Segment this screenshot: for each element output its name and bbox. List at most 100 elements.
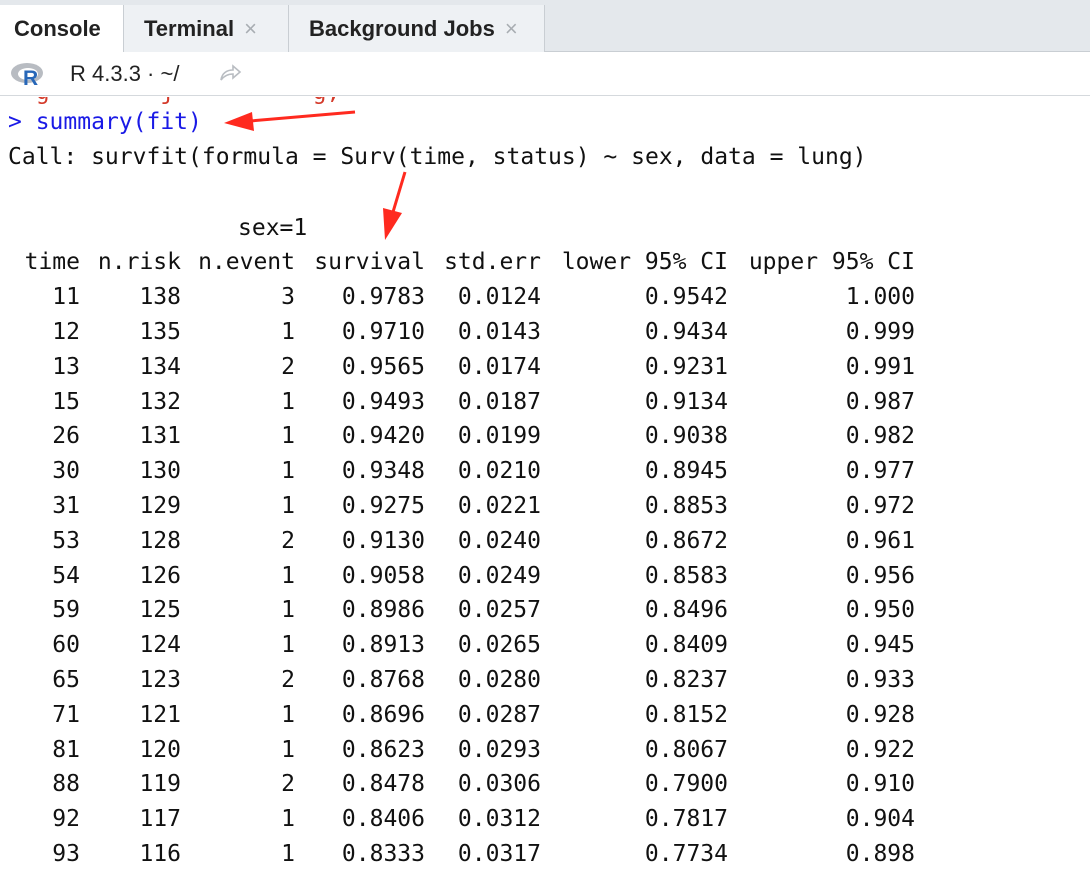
cell-time: 26: [52, 423, 80, 450]
cell-survival: 0.9565: [341, 353, 425, 380]
cell-std-err: 0.0293: [457, 736, 541, 763]
cell-time: 93: [52, 840, 80, 867]
cell-time: 30: [52, 458, 80, 485]
cell-lower-ci: 0.8496: [644, 597, 728, 624]
table-row: 54 126 1 0.9058 0.0249 0.8583 0.956: [8, 558, 915, 593]
cell-upper-ci: 0.956: [845, 562, 915, 589]
cell-n-risk: 128: [139, 527, 181, 554]
table-row: 26 131 1 0.9420 0.0199 0.9038 0.982: [8, 419, 915, 454]
table-row: 31 129 1 0.9275 0.0221 0.8853 0.972: [8, 489, 915, 524]
table-row: 65 123 2 0.8768 0.0280 0.8237 0.933: [8, 663, 915, 698]
cell-survival: 0.8913: [341, 632, 425, 659]
cell-n-risk: 124: [139, 632, 181, 659]
cell-n-event: 1: [281, 632, 295, 659]
cell-n-risk: 135: [139, 318, 181, 345]
cell-n-risk: 121: [139, 701, 181, 728]
strata-label: sex=1: [238, 215, 308, 241]
cell-std-err: 0.0143: [457, 318, 541, 345]
cell-survival: 0.9130: [341, 527, 425, 554]
cell-lower-ci: 0.7734: [644, 840, 728, 867]
cell-n-event: 1: [281, 318, 295, 345]
call-line: Call: survfit(formula = Surv(time, statu…: [8, 144, 867, 170]
cell-std-err: 0.0240: [457, 527, 541, 554]
cell-n-event: 2: [281, 353, 295, 380]
cell-std-err: 0.0124: [457, 284, 541, 311]
column-header: lower 95% CI: [561, 249, 728, 276]
cell-n-risk: 123: [139, 666, 181, 693]
cell-survival: 0.9348: [341, 458, 425, 485]
cell-std-err: 0.0265: [457, 632, 541, 659]
cell-n-risk: 126: [139, 562, 181, 589]
table-row: 88 119 2 0.8478 0.0306 0.7900 0.910: [8, 767, 915, 802]
cell-time: 92: [52, 806, 80, 833]
prompt-symbol: >: [8, 109, 36, 135]
tab-terminal[interactable]: Terminal ×: [124, 5, 289, 52]
table-row: 15 132 1 0.9493 0.0187 0.9134 0.987: [8, 384, 915, 419]
table-row: 53 128 2 0.9130 0.0240 0.8672 0.961: [8, 523, 915, 558]
cell-std-err: 0.0306: [457, 771, 541, 798]
cell-n-event: 1: [281, 701, 295, 728]
cell-survival: 0.9058: [341, 562, 425, 589]
share-icon[interactable]: [218, 63, 242, 83]
table-row: 11 138 3 0.9783 0.0124 0.9542 1.000: [8, 280, 915, 315]
cell-time: 15: [52, 388, 80, 415]
cell-lower-ci: 0.8409: [644, 632, 728, 659]
console-output[interactable]: g j g, > summary(fit) Call: survfit(form…: [0, 97, 1090, 872]
cell-survival: 0.9420: [341, 423, 425, 450]
cell-std-err: 0.0187: [457, 388, 541, 415]
cell-lower-ci: 0.8152: [644, 701, 728, 728]
cell-lower-ci: 0.8945: [644, 458, 728, 485]
cell-n-risk: 125: [139, 597, 181, 624]
cell-survival: 0.8768: [341, 666, 425, 693]
previous-output-line: g j g,: [8, 97, 341, 105]
column-header: n.risk: [97, 249, 181, 276]
command-line: > summary(fit): [8, 109, 202, 135]
tab-bar: Console Terminal × Background Jobs ×: [0, 0, 1090, 53]
cell-time: 59: [52, 597, 80, 624]
cell-survival: 0.8986: [341, 597, 425, 624]
cell-n-event: 2: [281, 527, 295, 554]
table-row: 59 125 1 0.8986 0.0257 0.8496 0.950: [8, 593, 915, 628]
close-icon[interactable]: ×: [505, 16, 518, 42]
cell-survival: 0.9783: [341, 284, 425, 311]
cell-upper-ci: 0.904: [845, 806, 915, 833]
cell-survival: 0.8696: [341, 701, 425, 728]
cell-upper-ci: 0.945: [845, 632, 915, 659]
cell-lower-ci: 0.8583: [644, 562, 728, 589]
cell-upper-ci: 0.910: [845, 771, 915, 798]
survival-table: time n.risk n.event survival std.err low…: [8, 245, 915, 871]
tab-console[interactable]: Console: [0, 5, 124, 53]
close-icon[interactable]: ×: [244, 16, 257, 42]
cell-upper-ci: 0.987: [845, 388, 915, 415]
cell-survival: 0.8406: [341, 806, 425, 833]
cell-lower-ci: 0.9434: [644, 318, 728, 345]
cell-time: 71: [52, 701, 80, 728]
r-version-path: R 4.3.3 · ~/: [70, 61, 180, 86]
cell-n-event: 1: [281, 840, 295, 867]
cell-n-risk: 132: [139, 388, 181, 415]
cell-lower-ci: 0.9134: [644, 388, 728, 415]
cell-n-event: 1: [281, 806, 295, 833]
cell-lower-ci: 0.7900: [644, 771, 728, 798]
tab-background-jobs[interactable]: Background Jobs ×: [289, 5, 545, 52]
table-row: 30 130 1 0.9348 0.0210 0.8945 0.977: [8, 454, 915, 489]
cell-n-risk: 129: [139, 492, 181, 519]
cell-time: 13: [52, 353, 80, 380]
column-header: n.event: [198, 249, 295, 276]
cell-survival: 0.8333: [341, 840, 425, 867]
cell-n-event: 2: [281, 666, 295, 693]
cell-n-event: 1: [281, 458, 295, 485]
table-row: 93 116 1 0.8333 0.0317 0.7734 0.898: [8, 837, 915, 872]
cell-time: 88: [52, 771, 80, 798]
table-row: 60 124 1 0.8913 0.0265 0.8409 0.945: [8, 628, 915, 663]
cell-upper-ci: 0.950: [845, 597, 915, 624]
cell-n-risk: 116: [139, 840, 181, 867]
cell-upper-ci: 0.933: [845, 666, 915, 693]
cell-time: 54: [52, 562, 80, 589]
cell-n-event: 1: [281, 492, 295, 519]
command-text: summary(fit): [35, 109, 202, 135]
cell-std-err: 0.0174: [457, 353, 541, 380]
console-toolbar: R R 4.3.3 · ~/: [0, 52, 1090, 96]
cell-n-risk: 138: [139, 284, 181, 311]
cell-std-err: 0.0280: [457, 666, 541, 693]
